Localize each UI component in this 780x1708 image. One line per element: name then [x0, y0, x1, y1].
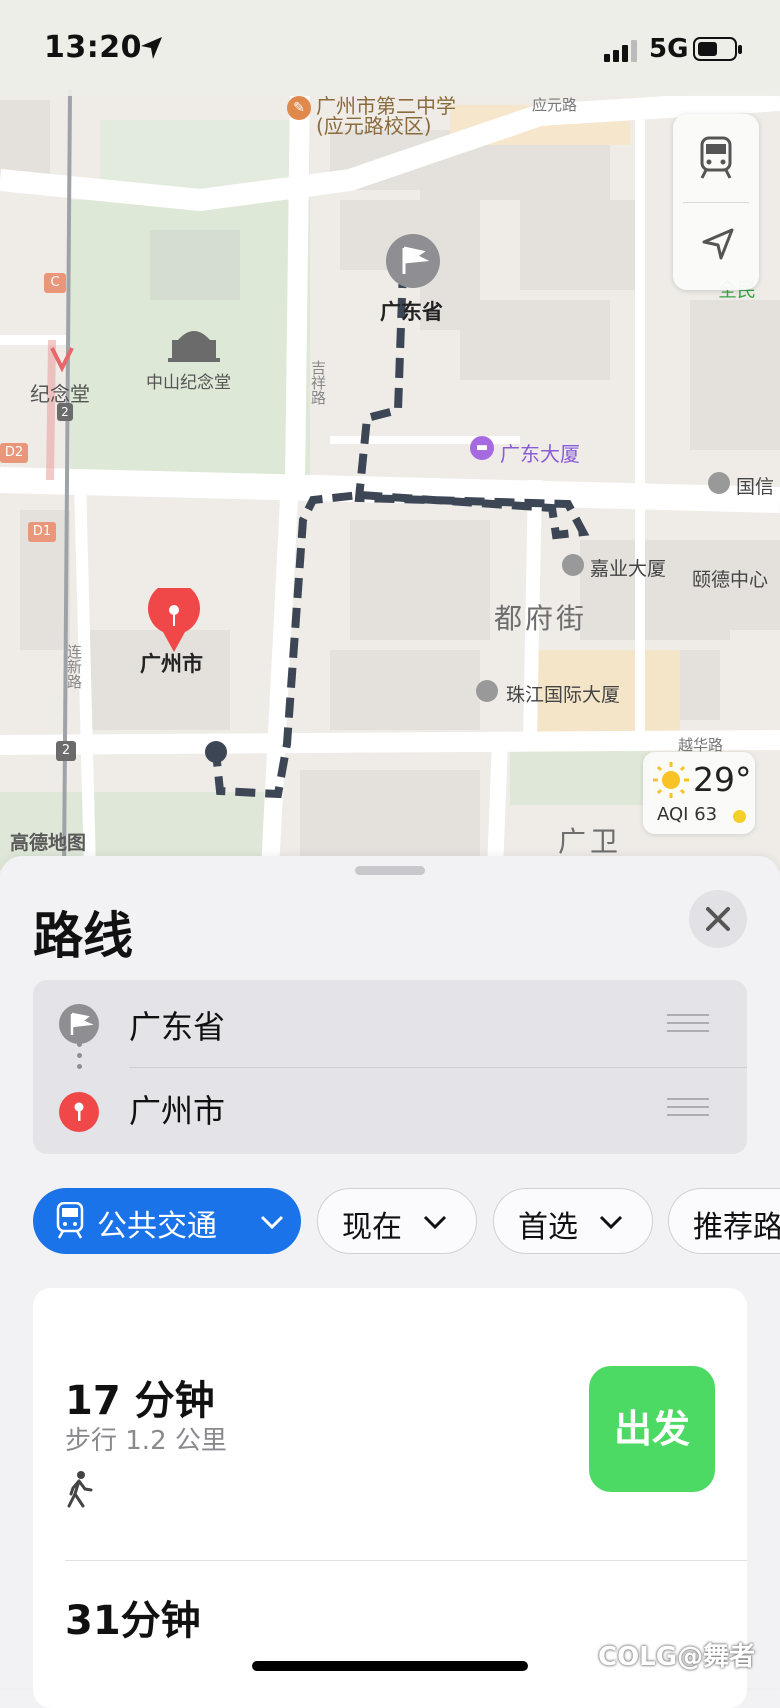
watermark: COLG@舞者 [598, 1642, 756, 1672]
map-label-guangwei: 广卫 [558, 825, 623, 858]
map-view[interactable]: 广州市第二中学 (应元路校区) ✎ 应元路 中山纪念堂 纪念堂 吉祥路 连新路 … [0, 0, 780, 870]
flag-icon [70, 1012, 94, 1035]
walking-icon [67, 1471, 93, 1508]
pin-icon [148, 588, 200, 652]
reorder-handle-icon[interactable] [667, 1014, 709, 1036]
map-label-dufu-street: 都府街 [494, 602, 588, 635]
waypoint-start[interactable]: 广东省 [129, 1002, 225, 1048]
metro-line-badge: 2 [56, 741, 76, 761]
flag-icon [402, 246, 430, 274]
map-label-lianxin-road: 连新路 [65, 644, 83, 689]
aqi-value: AQI 63 [657, 804, 718, 825]
chip-transit-label: 公共交通 [97, 1209, 217, 1244]
start-pin-label: 广东省 [380, 300, 443, 324]
directions-sheet: 路线 广东省 广州市 公共交通 现在 首选 推荐路 17 分钟 步行 1.2 公… [0, 856, 780, 1708]
building-icon [708, 472, 730, 494]
route-detail: 步行 1.2 公里 [65, 1426, 227, 1456]
waypoint-divider [129, 1067, 747, 1068]
waypoint-end-marker [59, 1092, 99, 1132]
map-label-guoxin[interactable]: 国信 [736, 472, 774, 499]
waypoint-connector [77, 1042, 82, 1075]
network-type: 5G [649, 34, 689, 64]
reorder-handle-icon[interactable] [667, 1098, 709, 1120]
chip-preference[interactable]: 首选 [493, 1188, 653, 1254]
control-divider [683, 202, 749, 203]
map-label-jixiang-road: 吉祥路 [309, 360, 327, 405]
map-label-pearl-river-building[interactable]: 珠江国际大厦 [506, 680, 620, 707]
weather-widget[interactable]: 29° AQI 63 [643, 752, 755, 834]
chip-recommended[interactable]: 推荐路 [668, 1188, 780, 1254]
chip-preference-label: 首选 [518, 1210, 578, 1245]
route-duration: 31分钟 [65, 1598, 201, 1644]
route-duration: 17 分钟 [65, 1378, 215, 1424]
map-label-memorial-hall[interactable]: 中山纪念堂 [146, 368, 231, 393]
metro-line-badge: 2 [57, 403, 73, 421]
hotel-icon: ▬ [470, 436, 494, 460]
temperature: 29° [693, 760, 752, 799]
close-button[interactable] [689, 890, 747, 948]
end-pin-label: 广州市 [140, 652, 203, 676]
map-label-yingyuan-road: 应元路 [532, 96, 578, 114]
transit-icon [56, 1202, 84, 1239]
chevron-down-icon [260, 1215, 284, 1230]
sheet-grabber[interactable] [355, 866, 425, 875]
chevron-down-icon [599, 1215, 623, 1230]
building-icon [562, 554, 584, 576]
waypoints-box: 广东省 广州市 [33, 980, 747, 1154]
metro-exit-badge: D1 [28, 522, 56, 542]
map-label-jiaye-building[interactable]: 嘉业大厦 [590, 554, 666, 581]
waypoint-end[interactable]: 广州市 [129, 1086, 225, 1132]
chevron-down-icon [423, 1215, 447, 1230]
map-label-school-campus: (应元路校区) [316, 114, 432, 138]
chip-time[interactable]: 现在 [317, 1188, 477, 1254]
battery-icon [693, 37, 742, 61]
signal-bars-icon [604, 40, 637, 62]
start-pin[interactable] [386, 234, 440, 288]
metro-exit-badge: C [44, 273, 66, 293]
route-divider [65, 1560, 747, 1561]
pin-icon [74, 1102, 84, 1121]
status-bar: 13:20 5G [0, 0, 780, 96]
status-time: 13:20 [44, 30, 142, 65]
location-arrow-icon [141, 37, 162, 59]
map-label-yide-center[interactable]: 颐德中心 [692, 565, 768, 592]
chip-transit[interactable]: 公共交通 [33, 1188, 301, 1254]
metro-exit-badge: D2 [0, 443, 28, 463]
sheet-title: 路线 [33, 907, 133, 965]
chip-recommended-label: 推荐路 [693, 1210, 780, 1245]
home-indicator[interactable] [252, 1661, 528, 1671]
chip-time-label: 现在 [342, 1210, 402, 1245]
go-button[interactable]: 出发 [589, 1366, 715, 1492]
map-label-guangdong-hotel[interactable]: 广东大厦 [500, 438, 580, 467]
close-icon [706, 907, 730, 931]
waypoint-start-marker [59, 1004, 99, 1044]
building-icon [476, 680, 498, 702]
sun-icon [653, 762, 689, 798]
map-controls [673, 114, 759, 290]
map-provider-logo: 高德地图 [10, 832, 87, 854]
aqi-indicator [733, 810, 746, 823]
school-icon: ✎ [287, 96, 311, 120]
